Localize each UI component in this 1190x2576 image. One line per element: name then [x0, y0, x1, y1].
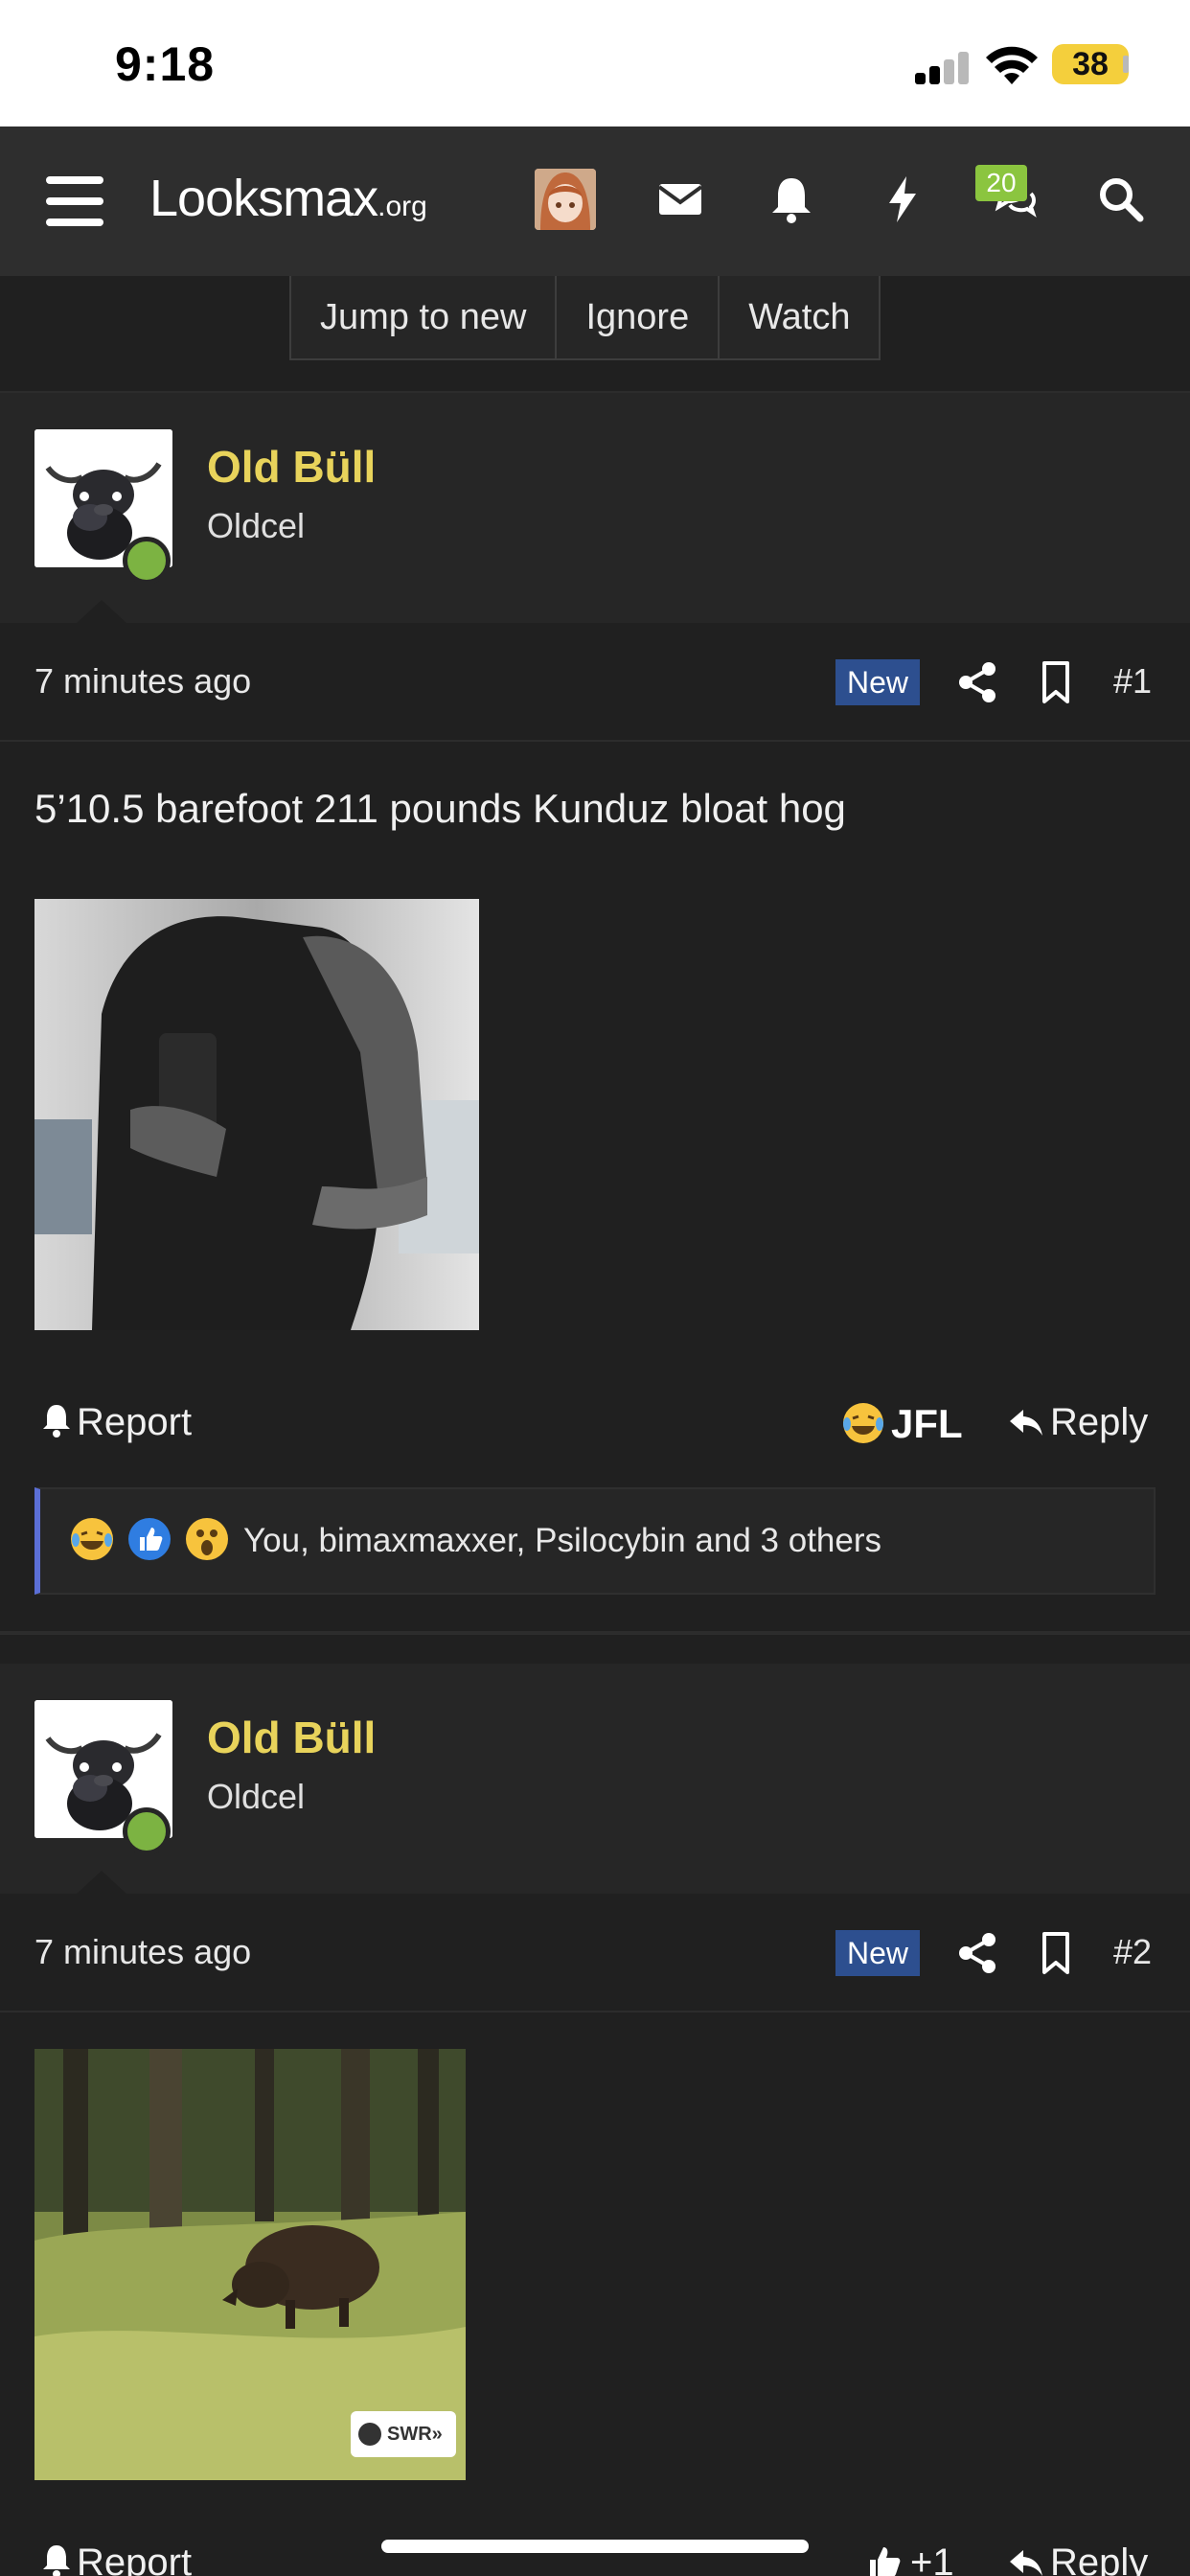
- wifi-icon: [986, 46, 1038, 84]
- anime-avatar-image: [535, 169, 596, 230]
- thumbs-up-icon: [870, 2547, 901, 2576]
- header-arrow: [75, 1871, 128, 1896]
- whats-new-bolt-icon[interactable]: [874, 171, 931, 228]
- post-1: Old Büll Oldcel 7 minutes ago New #1 5’1…: [0, 393, 1190, 1633]
- online-status-dot: [123, 537, 171, 585]
- post-divider: [0, 1631, 1190, 1635]
- header-arrow: [75, 600, 128, 625]
- post-actions: Report +1 Reply: [0, 2530, 1190, 2576]
- thumbs-up-emoji-icon: [128, 1518, 171, 1560]
- bookmark-icon[interactable]: [1037, 659, 1075, 705]
- post-author-header: Old Büll Oldcel: [0, 1664, 1190, 1896]
- new-badge: New: [835, 659, 921, 705]
- share-icon[interactable]: [956, 659, 998, 705]
- report-bell-icon: [43, 2545, 70, 2576]
- post-number[interactable]: #1: [1113, 661, 1152, 702]
- crying-laughing-emoji-icon: [843, 1403, 883, 1443]
- battery-cap: [1123, 56, 1129, 73]
- logo-text: Looksmax: [149, 170, 378, 227]
- boar-in-forest-image: SWR»: [34, 2049, 466, 2480]
- battery-level: 38: [1072, 46, 1109, 82]
- crying-laughing-emoji-icon: [71, 1518, 113, 1560]
- home-indicator[interactable]: [381, 2540, 809, 2553]
- new-badge: New: [835, 1930, 921, 1976]
- react-jfl-button[interactable]: JFL: [841, 1401, 963, 1447]
- user-avatar[interactable]: [535, 169, 596, 230]
- like-label: +1: [910, 2542, 954, 2576]
- post-image-boar[interactable]: SWR»: [34, 2049, 466, 2480]
- reply-button[interactable]: Reply: [1008, 1401, 1148, 1444]
- author-title: Oldcel: [207, 506, 306, 545]
- post-meta-bar: 7 minutes ago New #2: [0, 1894, 1190, 2012]
- watch-button[interactable]: Watch: [720, 276, 879, 358]
- reply-button[interactable]: Reply: [1008, 2542, 1148, 2576]
- author-title: Oldcel: [207, 1777, 306, 1816]
- battery-icon: 38: [1052, 44, 1129, 84]
- report-bell-icon: [43, 1405, 70, 1438]
- top-navigation: Looksmax.org 20: [0, 126, 1190, 276]
- post-timestamp[interactable]: 7 minutes ago: [34, 661, 251, 702]
- reply-label: Reply: [1050, 1401, 1149, 1443]
- jump-to-new-button[interactable]: Jump to new: [291, 276, 558, 358]
- post-timestamp[interactable]: 7 minutes ago: [34, 1932, 251, 1972]
- report-label: Report: [77, 1401, 193, 1443]
- report-button[interactable]: Report: [40, 1401, 192, 1444]
- author-name[interactable]: Old Büll: [207, 441, 376, 493]
- inbox-icon[interactable]: [652, 171, 709, 228]
- reply-arrow-icon: [1010, 2550, 1042, 2576]
- like-button[interactable]: +1: [866, 2542, 954, 2576]
- post-number[interactable]: #2: [1113, 1932, 1152, 1972]
- author-name[interactable]: Old Büll: [207, 1712, 376, 1763]
- thread-action-buttons: Jump to new Ignore Watch: [289, 276, 881, 360]
- bookmark-icon[interactable]: [1037, 1930, 1075, 1976]
- mirror-selfie-image: [34, 899, 479, 1330]
- online-status-dot: [123, 1807, 171, 1855]
- status-bar: 9:18 38: [0, 0, 1190, 126]
- search-icon[interactable]: [1092, 171, 1150, 228]
- post-2: Old Büll Oldcel 7 minutes ago New #2 SWR…: [0, 1664, 1190, 2576]
- post-actions: Report JFL Reply: [0, 1390, 1190, 1466]
- report-label: Report: [77, 2542, 193, 2576]
- ignore-button[interactable]: Ignore: [557, 276, 721, 358]
- site-logo[interactable]: Looksmax.org: [149, 169, 427, 236]
- reply-arrow-icon: [1010, 1410, 1042, 1436]
- alerts-bell-icon[interactable]: [763, 171, 820, 228]
- menu-icon[interactable]: [46, 176, 103, 226]
- post-image-mirror-selfie[interactable]: [34, 899, 479, 1330]
- post-meta-bar: 7 minutes ago New #1: [0, 623, 1190, 742]
- reactions-summary-bar[interactable]: You, bimaxmaxxer, Psilocybin and 3 other…: [34, 1487, 1156, 1595]
- reactions-summary-text: You, bimaxmaxxer, Psilocybin and 3 other…: [243, 1522, 882, 1559]
- status-time: 9:18: [115, 37, 216, 91]
- image-watermark: SWR»: [387, 2424, 443, 2445]
- reply-label: Reply: [1050, 2542, 1149, 2576]
- post-body-text: 5’10.5 barefoot 211 pounds Kunduz bloat …: [34, 786, 846, 831]
- cellular-signal-icon: [915, 52, 971, 84]
- share-icon[interactable]: [956, 1930, 998, 1976]
- logo-suffix: .org: [378, 191, 427, 222]
- post-author-header: Old Büll Oldcel: [0, 393, 1190, 625]
- jfl-label: JFL: [891, 1401, 963, 1446]
- conversations-badge: 20: [975, 165, 1027, 201]
- report-button[interactable]: Report: [40, 2542, 192, 2576]
- surprised-emoji-icon: [186, 1518, 228, 1560]
